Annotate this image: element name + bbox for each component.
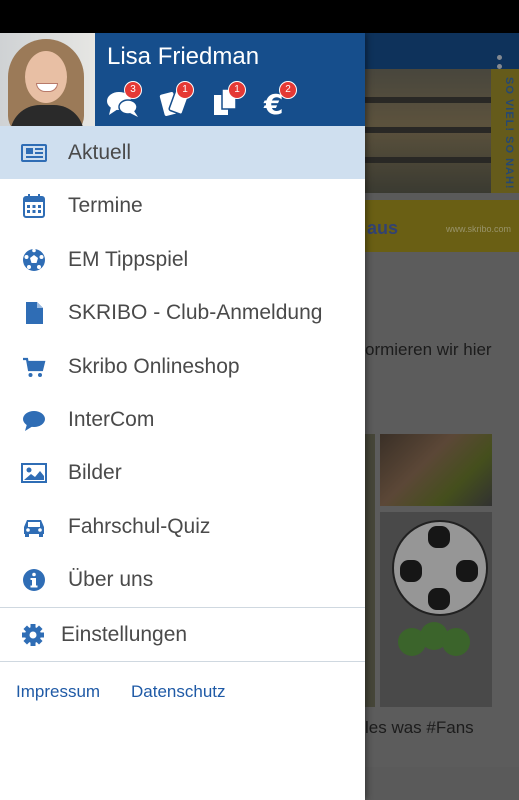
menu-item-aktuell[interactable]: Aktuell — [0, 126, 365, 180]
euro-icon[interactable]: € 2 — [261, 81, 297, 121]
menu-label: Bilder — [68, 461, 122, 485]
shopping-cart-icon — [21, 354, 47, 380]
info-icon — [21, 567, 47, 593]
status-bar — [0, 0, 519, 33]
menu-label: EM Tippspiel — [68, 247, 189, 271]
menu-label: Skribo Onlineshop — [68, 354, 240, 378]
tickets-icon[interactable]: 1 — [158, 81, 194, 119]
menu-label: Termine — [68, 194, 143, 218]
menu-label: InterCom — [68, 407, 155, 431]
euro-badge: 2 — [279, 81, 297, 99]
calendar-icon — [21, 193, 47, 219]
menu-item-fahrschul-quiz[interactable]: Fahrschul-Quiz — [0, 500, 365, 553]
soccer-ball-icon — [21, 247, 47, 273]
menu-label: Aktuell — [68, 141, 132, 164]
menu-item-em-tippspiel[interactable]: EM Tippspiel — [0, 233, 365, 286]
avatar[interactable] — [0, 33, 95, 126]
menu-item-intercom[interactable]: InterCom — [0, 393, 365, 446]
chat-badge: 3 — [124, 81, 142, 99]
drawer-footer: Impressum Datenschutz — [0, 662, 365, 720]
menu-label: SKRIBO - Club-Anmeldung — [68, 301, 323, 325]
drawer-menu: Aktuell Termine EM Tippspiel SKRIBO - Cl… — [0, 126, 365, 720]
impressum-link[interactable]: Impressum — [16, 682, 100, 702]
navigation-drawer: Lisa Friedman 3 1 1 € 2 Aktuell Termine … — [0, 33, 365, 800]
drawer-scrim[interactable] — [365, 33, 519, 800]
chat-bubble-icon — [21, 407, 47, 433]
document-icon — [21, 300, 47, 326]
menu-item-termine[interactable]: Termine — [0, 179, 365, 232]
menu-item-onlineshop[interactable]: Skribo Onlineshop — [0, 340, 365, 393]
image-icon — [21, 460, 47, 486]
settings-label: Einstellungen — [61, 622, 188, 646]
chat-bubbles-icon[interactable]: 3 — [106, 81, 142, 119]
menu-item-ueber-uns[interactable]: Über uns — [0, 553, 365, 606]
documents-icon[interactable]: 1 — [210, 81, 246, 119]
drawer-header: Lisa Friedman 3 1 1 € 2 — [0, 33, 365, 126]
menu-item-bilder[interactable]: Bilder — [0, 446, 365, 499]
datenschutz-link[interactable]: Datenschutz — [131, 682, 226, 702]
menu-label: Fahrschul-Quiz — [68, 514, 211, 538]
menu-item-einstellungen[interactable]: Einstellungen — [0, 608, 365, 661]
menu-label: Über uns — [68, 568, 154, 592]
menu-item-club-anmeldung[interactable]: SKRIBO - Club-Anmeldung — [0, 286, 365, 339]
user-name[interactable]: Lisa Friedman — [107, 43, 259, 71]
gear-icon — [20, 622, 46, 648]
car-icon — [21, 514, 47, 540]
tickets-badge: 1 — [176, 81, 194, 99]
documents-badge: 1 — [228, 81, 246, 99]
newspaper-icon — [21, 140, 47, 166]
